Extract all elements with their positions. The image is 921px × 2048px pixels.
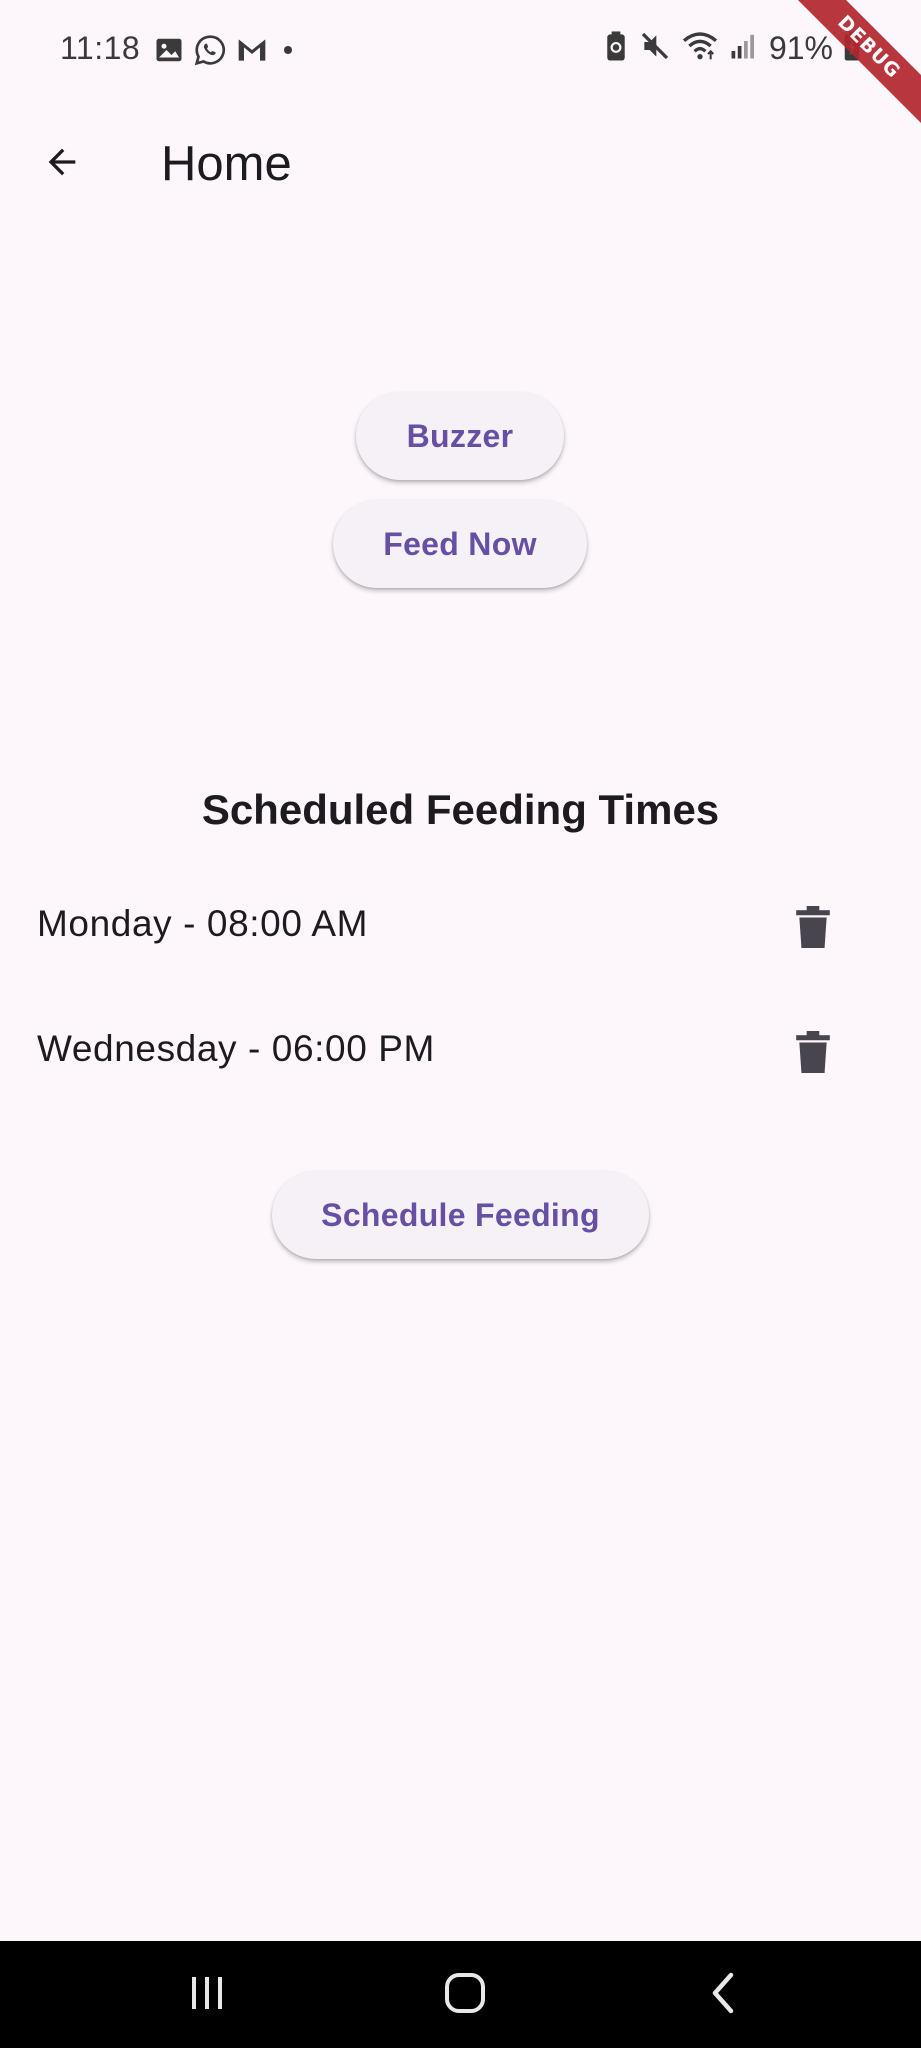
status-time: 11:18: [60, 30, 141, 66]
schedule-item-label: Monday - 08:00 AM: [37, 903, 369, 944]
schedule-list-item: Monday - 08:00 AM: [0, 867, 921, 987]
delete-schedule-button[interactable]: [779, 895, 847, 963]
status-notification-icons: [154, 34, 298, 66]
schedule-section-title: Scheduled Feeding Times: [201, 786, 720, 833]
whatsapp-icon: [194, 34, 226, 66]
nav-back-button[interactable]: [693, 1967, 753, 2023]
back-icon: [705, 1971, 741, 2020]
gallery-icon: [154, 35, 184, 65]
buzzer-button[interactable]: Buzzer: [356, 392, 564, 480]
back-button[interactable]: [30, 132, 94, 196]
app-bar: Home: [0, 104, 921, 220]
feed-now-button[interactable]: Feed Now: [333, 500, 587, 588]
home-icon: [443, 1971, 487, 2020]
recents-button[interactable]: [177, 1967, 237, 2023]
delete-icon: [796, 1030, 830, 1078]
delete-icon: [796, 905, 830, 953]
signal-icon: [729, 31, 759, 66]
gmail-icon: [236, 36, 268, 64]
dot-icon: [278, 40, 298, 60]
recents-icon: [187, 1973, 227, 2018]
battery-saver-icon: [603, 30, 629, 67]
page-title: Home: [161, 137, 292, 191]
mute-icon: [639, 30, 671, 67]
schedule-item-label: Wednesday - 06:00 PM: [37, 1028, 435, 1069]
schedule-list-item: Wednesday - 06:00 PM: [0, 992, 921, 1112]
status-bar: 11:18 91% DEBUG: [0, 0, 921, 130]
home-button[interactable]: [435, 1967, 495, 2023]
schedule-feeding-button[interactable]: Schedule Feeding: [272, 1171, 649, 1259]
system-navigation-bar: [0, 1941, 921, 2048]
wifi-icon: [681, 30, 719, 67]
delete-schedule-button[interactable]: [779, 1020, 847, 1088]
arrow-back-icon: [42, 142, 82, 187]
